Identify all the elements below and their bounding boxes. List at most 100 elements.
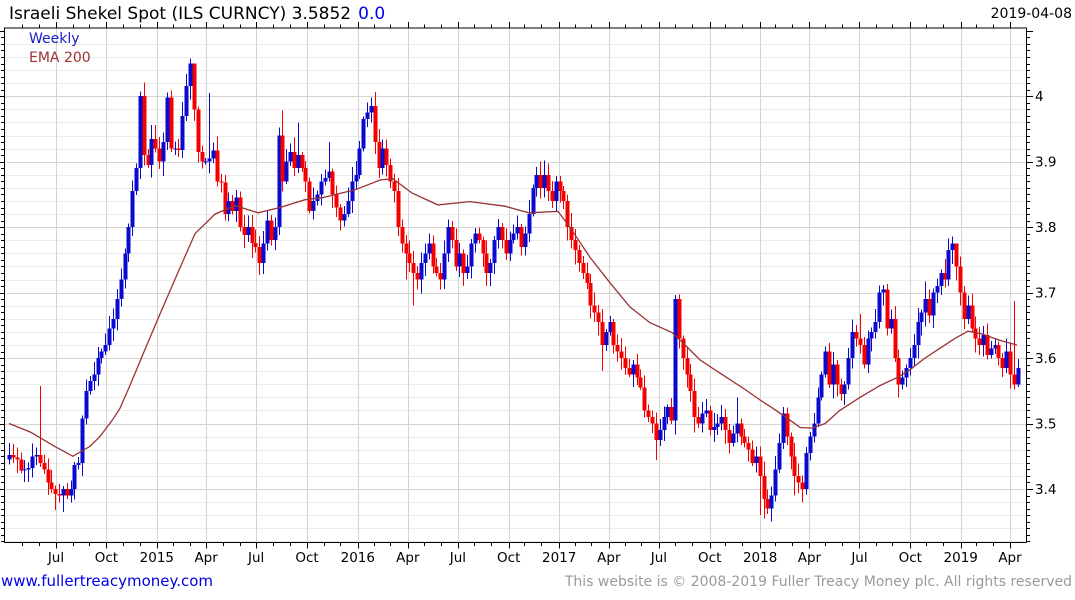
candle xyxy=(207,92,212,174)
candle xyxy=(149,125,154,178)
candle xyxy=(819,371,824,401)
candle xyxy=(827,342,832,388)
candle xyxy=(970,293,975,332)
legend-ema-label: EMA 200 xyxy=(29,50,91,66)
candle xyxy=(500,223,505,249)
candle xyxy=(273,217,278,251)
price-chart: Jul Oct 2015 Apr Jul Oct 2016 Apr Jul Oct 2017 Apr J… xyxy=(0,22,1056,566)
candle xyxy=(384,139,389,177)
candle xyxy=(538,161,543,199)
x-tick-label: Jul xyxy=(247,550,264,566)
candle xyxy=(134,163,139,195)
candle xyxy=(781,407,786,449)
x-tick-label: Oct xyxy=(295,550,318,566)
candle xyxy=(307,177,312,214)
candle xyxy=(985,323,990,360)
candle xyxy=(600,308,605,372)
x-axis-labels: Jul Oct 2015 Apr Jul Oct 2016 Apr Jul Oct 2017 Apr J… xyxy=(47,550,1022,566)
candle xyxy=(846,348,851,390)
candle xyxy=(704,399,709,417)
candle xyxy=(715,413,720,435)
candle xyxy=(546,163,551,201)
candle xyxy=(238,191,243,232)
candle xyxy=(215,136,220,187)
x-tick-label: Oct xyxy=(698,550,721,566)
candle xyxy=(627,358,632,378)
x-tick-label: 2019 xyxy=(944,550,978,566)
candle xyxy=(61,485,66,512)
copyright-text: This website is © 2008-2019 Fuller Treac… xyxy=(564,574,1072,590)
candle xyxy=(257,235,262,275)
candle xyxy=(219,173,224,193)
candle xyxy=(727,424,732,454)
candle xyxy=(785,407,790,445)
x-tick-label: Apr xyxy=(597,550,621,566)
candle xyxy=(176,139,181,158)
candle xyxy=(65,482,70,500)
candle xyxy=(369,97,374,123)
candle xyxy=(823,346,828,378)
candle xyxy=(261,230,266,274)
candle xyxy=(7,442,12,465)
candle xyxy=(769,486,774,522)
candle xyxy=(169,90,174,152)
candle xyxy=(904,364,909,387)
y-tick-label: 3.7 xyxy=(1035,285,1056,301)
candle xyxy=(442,240,447,289)
candle xyxy=(338,203,343,231)
candle xyxy=(157,137,162,169)
candle xyxy=(596,304,601,336)
candle xyxy=(758,446,763,516)
candle xyxy=(292,137,297,176)
candle xyxy=(92,361,97,391)
candle xyxy=(373,91,378,154)
candle xyxy=(477,227,482,244)
x-tick-label: Apr xyxy=(396,550,420,566)
y-tick-label: 3.5 xyxy=(1035,416,1056,432)
x-tick-label: Apr xyxy=(998,550,1022,566)
candle xyxy=(161,132,166,176)
candle xyxy=(504,228,509,261)
candle xyxy=(38,386,43,467)
candle xyxy=(611,319,616,354)
candle xyxy=(523,226,528,256)
candle xyxy=(835,360,840,397)
candle xyxy=(542,160,547,198)
candle xyxy=(531,184,536,217)
y-tick-label: 3.4 xyxy=(1035,482,1056,498)
candle xyxy=(488,258,493,287)
candle xyxy=(619,337,624,370)
candle xyxy=(996,341,1001,366)
chart-legend: Weekly EMA 200 xyxy=(29,30,91,68)
candle xyxy=(889,309,894,334)
candle xyxy=(419,252,424,294)
candle xyxy=(88,375,93,395)
candle xyxy=(173,141,178,155)
x-tick-label: 2016 xyxy=(341,550,375,566)
candle xyxy=(873,308,878,339)
candle xyxy=(200,145,205,169)
candle xyxy=(153,124,158,153)
candle xyxy=(981,326,986,357)
candle xyxy=(1016,359,1021,387)
chart-page: { "header": { "title": "Israeli Shekel S… xyxy=(0,0,1075,600)
candle xyxy=(111,308,116,342)
candle xyxy=(554,175,559,212)
x-tick-label: 2015 xyxy=(140,550,174,566)
candle xyxy=(708,406,713,436)
candle xyxy=(927,289,932,323)
candle xyxy=(750,440,755,467)
candle xyxy=(669,397,674,425)
candle xyxy=(989,341,994,359)
website-link[interactable]: www.fullertreacymoney.com xyxy=(1,572,213,590)
candle xyxy=(11,444,16,463)
candle xyxy=(862,337,867,369)
candle xyxy=(762,461,767,519)
candle xyxy=(954,243,959,281)
candle xyxy=(912,334,917,367)
candle xyxy=(265,210,270,251)
y-tick-label: 3.8 xyxy=(1035,220,1056,236)
gridlines xyxy=(4,27,1027,543)
candle xyxy=(319,174,324,206)
candle xyxy=(650,410,655,434)
